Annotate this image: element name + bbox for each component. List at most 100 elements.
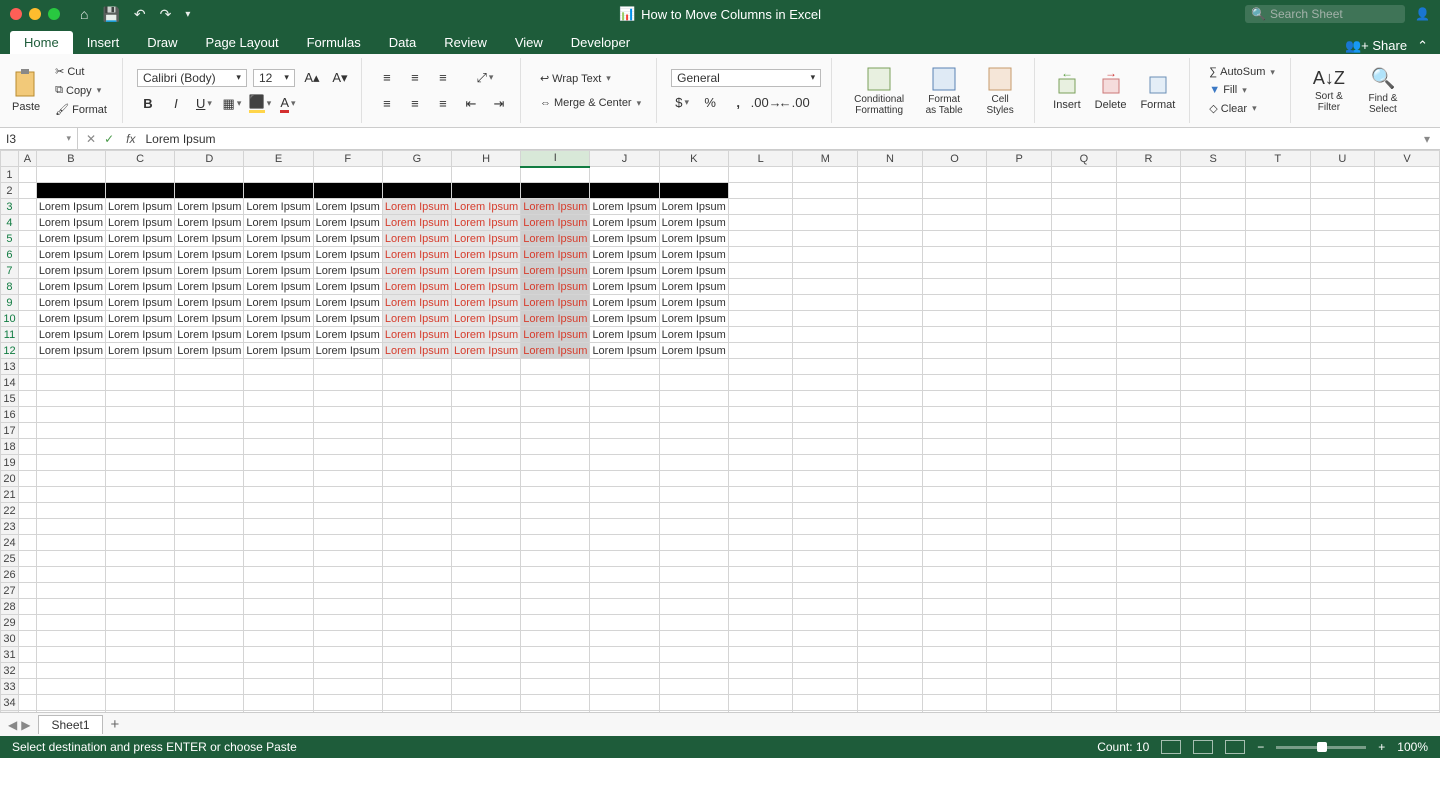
align-left-icon[interactable]: ≡: [376, 94, 398, 114]
cell-S27[interactable]: [1181, 583, 1246, 599]
cell-E14[interactable]: [244, 375, 313, 391]
cell-K10[interactable]: Lorem Ipsum: [659, 311, 728, 327]
cell-A22[interactable]: [18, 503, 36, 519]
cell-T10[interactable]: [1245, 311, 1310, 327]
cell-D33[interactable]: [175, 679, 244, 695]
cell-H1[interactable]: [452, 167, 521, 183]
cell-E13[interactable]: [244, 359, 313, 375]
cell-I2[interactable]: [521, 183, 590, 199]
number-format-select[interactable]: General▾: [671, 69, 821, 87]
cell-J24[interactable]: [590, 535, 659, 551]
zoom-level[interactable]: 100%: [1397, 740, 1428, 754]
minimize-window-icon[interactable]: [29, 8, 41, 20]
cell-U23[interactable]: [1310, 519, 1375, 535]
cell-J11[interactable]: Lorem Ipsum: [590, 327, 659, 343]
cell-Q11[interactable]: [1052, 327, 1117, 343]
zoom-slider[interactable]: [1276, 746, 1366, 749]
cell-D26[interactable]: [175, 567, 244, 583]
cell-H5[interactable]: Lorem Ipsum: [452, 231, 521, 247]
enter-formula-icon[interactable]: ✓: [104, 132, 114, 146]
cell-I30[interactable]: [521, 631, 590, 647]
cell-R12[interactable]: [1116, 343, 1181, 359]
cell-C31[interactable]: [106, 647, 175, 663]
cell-R1[interactable]: [1116, 167, 1181, 183]
cell-K8[interactable]: Lorem Ipsum: [659, 279, 728, 295]
cell-K35[interactable]: [659, 711, 728, 713]
cell-A15[interactable]: [18, 391, 36, 407]
cell-K11[interactable]: Lorem Ipsum: [659, 327, 728, 343]
cell-F27[interactable]: [313, 583, 382, 599]
cell-T29[interactable]: [1245, 615, 1310, 631]
cell-H3[interactable]: Lorem Ipsum: [452, 199, 521, 215]
cell-S25[interactable]: [1181, 551, 1246, 567]
cell-H9[interactable]: Lorem Ipsum: [452, 295, 521, 311]
cell-B28[interactable]: [36, 599, 105, 615]
cell-S12[interactable]: [1181, 343, 1246, 359]
cell-O14[interactable]: [922, 375, 987, 391]
cell-B34[interactable]: [36, 695, 105, 711]
cell-K28[interactable]: [659, 599, 728, 615]
cell-B17[interactable]: [36, 423, 105, 439]
cell-T16[interactable]: [1245, 407, 1310, 423]
cell-V16[interactable]: [1375, 407, 1440, 423]
sheet-tab[interactable]: Sheet1: [38, 715, 102, 734]
cell-P21[interactable]: [987, 487, 1052, 503]
cell-I31[interactable]: [521, 647, 590, 663]
cell-E4[interactable]: Lorem Ipsum: [244, 215, 313, 231]
cell-P34[interactable]: [987, 695, 1052, 711]
copy-button[interactable]: ⧉Copy: [50, 82, 112, 99]
cell-V27[interactable]: [1375, 583, 1440, 599]
cell-O24[interactable]: [922, 535, 987, 551]
cell-T11[interactable]: [1245, 327, 1310, 343]
cell-O12[interactable]: [922, 343, 987, 359]
cell-V31[interactable]: [1375, 647, 1440, 663]
cell-O6[interactable]: [922, 247, 987, 263]
cell-H19[interactable]: [452, 455, 521, 471]
cell-O22[interactable]: [922, 503, 987, 519]
cell-G18[interactable]: [382, 439, 451, 455]
cell-F18[interactable]: [313, 439, 382, 455]
cell-styles-button[interactable]: Cell Styles: [976, 64, 1024, 118]
cell-S5[interactable]: [1181, 231, 1246, 247]
close-window-icon[interactable]: [10, 8, 22, 20]
cell-T2[interactable]: [1245, 183, 1310, 199]
cell-Q10[interactable]: [1052, 311, 1117, 327]
cell-J26[interactable]: [590, 567, 659, 583]
cell-U11[interactable]: [1310, 327, 1375, 343]
cell-A29[interactable]: [18, 615, 36, 631]
cell-S6[interactable]: [1181, 247, 1246, 263]
cell-R22[interactable]: [1116, 503, 1181, 519]
cell-S3[interactable]: [1181, 199, 1246, 215]
tab-view[interactable]: View: [501, 31, 557, 54]
cell-J6[interactable]: Lorem Ipsum: [590, 247, 659, 263]
cell-D5[interactable]: Lorem Ipsum: [175, 231, 244, 247]
cell-Q29[interactable]: [1052, 615, 1117, 631]
cell-Q21[interactable]: [1052, 487, 1117, 503]
cell-L26[interactable]: [728, 567, 793, 583]
cell-O32[interactable]: [922, 663, 987, 679]
cell-T21[interactable]: [1245, 487, 1310, 503]
col-header-S[interactable]: S: [1181, 151, 1246, 167]
cell-D29[interactable]: [175, 615, 244, 631]
cell-R10[interactable]: [1116, 311, 1181, 327]
cell-U13[interactable]: [1310, 359, 1375, 375]
cell-G16[interactable]: [382, 407, 451, 423]
cell-C19[interactable]: [106, 455, 175, 471]
cell-L4[interactable]: [728, 215, 793, 231]
cell-S28[interactable]: [1181, 599, 1246, 615]
cell-J20[interactable]: [590, 471, 659, 487]
cell-S1[interactable]: [1181, 167, 1246, 183]
cell-E35[interactable]: [244, 711, 313, 713]
cell-J2[interactable]: [590, 183, 659, 199]
cell-V29[interactable]: [1375, 615, 1440, 631]
cell-S31[interactable]: [1181, 647, 1246, 663]
cell-V3[interactable]: [1375, 199, 1440, 215]
comma-icon[interactable]: ,: [727, 93, 749, 113]
cell-M23[interactable]: [793, 519, 858, 535]
cell-F12[interactable]: Lorem Ipsum: [313, 343, 382, 359]
cell-L17[interactable]: [728, 423, 793, 439]
cell-H35[interactable]: [452, 711, 521, 713]
cell-J18[interactable]: [590, 439, 659, 455]
cell-D12[interactable]: Lorem Ipsum: [175, 343, 244, 359]
cell-V20[interactable]: [1375, 471, 1440, 487]
